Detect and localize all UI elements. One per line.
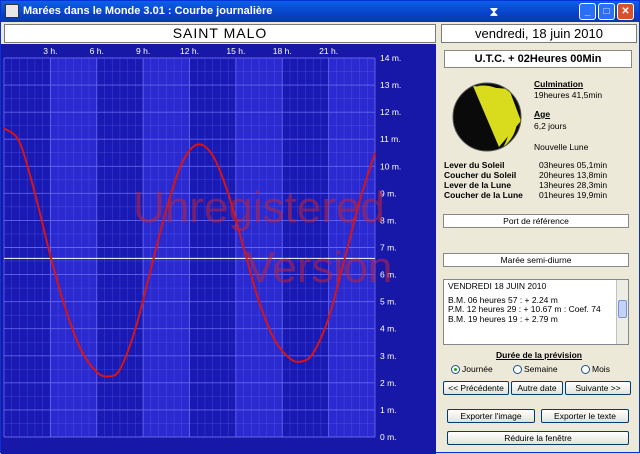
tide-chart-svg: 3 h. 6 h. 9 h. 12 h. 15 h. 18 h. 21 h. 0 m. 1 m.… — [1, 44, 436, 454]
window-title: Marées dans le Monde 3.01 : Courbe journ… — [23, 5, 273, 17]
radio-month[interactable]: Mois — [581, 364, 610, 375]
radio-month-label: Mois — [592, 364, 610, 374]
radio-week-label: Semaine — [524, 364, 558, 374]
x-tick-label: 3 h. — [43, 46, 57, 56]
y-tick-label: 1 m. — [380, 405, 397, 415]
title-bar[interactable]: Marées dans le Monde 3.01 : Courbe journ… — [1, 1, 639, 22]
y-tick-label: 0 m. — [380, 432, 397, 442]
y-tick-label: 10 m. — [380, 161, 401, 171]
app-icon — [5, 4, 19, 18]
x-tick-label: 15 h. — [226, 46, 245, 56]
tide-list-header: VENDREDI 18 JUIN 2010 — [448, 281, 547, 291]
date-display: vendredi, 18 juin 2010 — [441, 24, 637, 43]
other-date-button[interactable]: Autre date — [511, 381, 563, 395]
tide-list-item: B.M. 19 heures 19 : + 2.79 m — [448, 313, 558, 324]
export-text-button[interactable]: Exporter le texte — [541, 409, 629, 423]
radio-day-label: Journée — [462, 364, 493, 374]
moon-phase-icon — [452, 82, 522, 152]
close-button[interactable]: ✕ — [617, 3, 634, 20]
x-tick-label: 9 h. — [136, 46, 150, 56]
y-tick-label: 5 m. — [380, 297, 397, 307]
culmination-value: 19heures 41,5min — [534, 90, 603, 100]
reduce-window-button[interactable]: Réduire la fenêtre — [447, 431, 629, 445]
tide-type-field: Marée semi-diurne — [443, 253, 629, 267]
maximize-button[interactable]: □ — [598, 3, 615, 20]
y-tick-label: 14 m. — [380, 53, 401, 63]
sunset-label: Coucher du Soleil — [444, 170, 517, 180]
hourglass-icon: ⧗ — [489, 4, 499, 19]
tide-list[interactable]: VENDREDI 18 JUIN 2010 B.M. 06 heures 57 … — [443, 279, 629, 345]
moon-phase-name: Nouvelle Lune — [534, 142, 589, 152]
y-tick-label: 12 m. — [380, 107, 401, 117]
watermark-line-2: Version — [246, 243, 393, 292]
app-window: Marées dans le Monde 3.01 : Courbe journ… — [0, 0, 640, 454]
minimize-button[interactable]: _ — [579, 3, 596, 20]
tide-chart: 3 h. 6 h. 9 h. 12 h. 15 h. 18 h. 21 h. 0 m. 1 m.… — [1, 44, 436, 454]
y-tick-label: 11 m. — [380, 134, 401, 144]
radio-month-dot[interactable] — [581, 365, 590, 375]
info-panel: U.T.C. + 02Heures 00Min Culmination 19he… — [441, 47, 637, 452]
radio-week[interactable]: Semaine — [513, 364, 558, 375]
y-tick-label: 4 m. — [380, 324, 397, 334]
watermark-line-1: Unregistered — [133, 183, 385, 232]
y-tick-label: 13 m. — [380, 80, 401, 90]
moonset-label: Coucher de la Lune — [444, 190, 523, 200]
forecast-duration-label: Durée de la prévision — [496, 350, 582, 360]
export-image-button[interactable]: Exporter l'image — [447, 409, 535, 423]
y-tick-label: 3 m. — [380, 351, 397, 361]
utc-offset: U.T.C. + 02Heures 00Min — [444, 50, 632, 68]
x-tick-label: 12 h. — [180, 46, 199, 56]
moonrise-value: 13heures 28,3min — [539, 180, 608, 190]
moonrise-label: Lever de la Lune — [444, 180, 512, 190]
x-tick-label: 18 h. — [273, 46, 292, 56]
moonset-value: 01heures 19,9min — [539, 190, 608, 200]
sunset-value: 20heures 13,8min — [539, 170, 608, 180]
scrollbar-thumb[interactable] — [618, 300, 627, 318]
moon-panel: Culmination 19heures 41,5min Age 6,2 jou… — [441, 71, 637, 231]
age-label: Age — [534, 109, 551, 119]
culmination-label: Culmination — [534, 79, 584, 89]
radio-week-dot[interactable] — [513, 365, 522, 375]
tide-list-scrollbar[interactable] — [616, 280, 628, 344]
x-tick-label: 6 h. — [90, 46, 104, 56]
next-button[interactable]: Suivante >> — [565, 381, 631, 395]
radio-day[interactable]: Journée — [451, 364, 493, 375]
previous-button[interactable]: << Précédente — [443, 381, 509, 395]
city-name: SAINT MALO — [4, 24, 436, 43]
x-tick-label: 21 h. — [319, 46, 338, 56]
y-tick-label: 2 m. — [380, 378, 397, 388]
sunrise-value: 03heures 05,1min — [539, 160, 608, 170]
reference-port-field[interactable]: Port de référence — [443, 214, 629, 228]
radio-day-dot[interactable] — [451, 365, 460, 375]
age-value: 6,2 jours — [534, 121, 567, 131]
sunrise-label: Lever du Soleil — [444, 160, 505, 170]
